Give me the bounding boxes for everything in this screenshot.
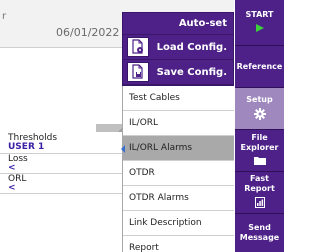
fast-report-label-2: Report bbox=[244, 184, 275, 193]
setup-menu: Auto-set Load Config. Save Config. Test … bbox=[121, 12, 234, 252]
table-row[interactable]: Thresholds USER 1 bbox=[0, 132, 126, 154]
menu-item-il-orl-alarms[interactable]: IL/ORL Alarms bbox=[121, 136, 234, 161]
menu-item-label: Load Config. bbox=[156, 41, 227, 53]
menu-item-label: Save Config. bbox=[156, 66, 227, 78]
send-message-label-2: Message bbox=[239, 233, 280, 242]
menu-item-label: Test Cables bbox=[129, 93, 180, 103]
menu-item-link-description[interactable]: Link Description bbox=[123, 211, 234, 236]
menu-item-otdr[interactable]: OTDR bbox=[123, 161, 234, 186]
row-value: < bbox=[8, 183, 16, 193]
file-explorer-label-2: Explorer bbox=[240, 143, 279, 152]
menu-item-label: IL/ORL bbox=[129, 118, 159, 128]
row-value: USER 1 bbox=[8, 142, 45, 152]
menu-item-label: IL/ORL Alarms bbox=[129, 143, 193, 153]
auto-set-item[interactable]: Auto-set bbox=[123, 13, 233, 35]
row-label: Loss bbox=[8, 154, 28, 164]
send-message-label-1: Send bbox=[248, 223, 271, 232]
table-row[interactable]: ORL < bbox=[0, 174, 126, 194]
menu-item-test-cables[interactable]: Test Cables bbox=[123, 86, 234, 111]
setup-label: Setup bbox=[246, 94, 273, 104]
load-config-item[interactable]: Load Config. bbox=[123, 35, 233, 60]
date-label: 06/01/2022 1 bbox=[56, 26, 130, 39]
row-value: < bbox=[8, 163, 16, 173]
send-message-button[interactable]: Send Message bbox=[235, 214, 284, 252]
gear-icon bbox=[253, 107, 266, 123]
reference-label: Reference bbox=[236, 61, 283, 71]
thresholds-table: Thresholds USER 1 Loss < ORL < bbox=[0, 132, 126, 194]
menu-item-otdr-alarms[interactable]: OTDR Alarms bbox=[123, 186, 234, 211]
file-explorer-button[interactable]: File Explorer bbox=[235, 130, 284, 172]
menu-options: Test Cables IL/ORL IL/ORL Alarms OTDR OT… bbox=[121, 86, 234, 252]
folder-icon bbox=[253, 156, 266, 168]
start-button[interactable]: START bbox=[235, 0, 284, 46]
fast-report-label-1: Fast bbox=[250, 174, 269, 183]
file-explorer-label-1: File bbox=[251, 133, 268, 142]
menu-item-il-orl[interactable]: IL/ORL bbox=[123, 111, 234, 136]
menu-item-label: OTDR bbox=[129, 168, 155, 178]
play-icon bbox=[255, 23, 265, 36]
menu-item-report[interactable]: Report bbox=[123, 236, 234, 252]
menu-item-label: Auto-set bbox=[178, 18, 227, 29]
load-config-icon bbox=[127, 37, 149, 57]
setup-button[interactable]: Setup bbox=[235, 88, 284, 130]
table-row[interactable]: Loss < bbox=[0, 154, 126, 174]
report-icon bbox=[254, 197, 265, 211]
menu-item-label: Link Description bbox=[129, 218, 202, 228]
save-config-icon bbox=[127, 62, 149, 82]
start-label: START bbox=[245, 9, 274, 19]
menu-item-label: OTDR Alarms bbox=[129, 193, 189, 203]
fast-report-button[interactable]: Fast Report bbox=[235, 172, 284, 214]
row-label: ORL bbox=[8, 174, 27, 184]
header-fragment: r bbox=[2, 11, 7, 22]
menu-item-label: Report bbox=[129, 243, 159, 252]
reference-button[interactable]: Reference bbox=[235, 46, 284, 88]
menu-actions: Auto-set Load Config. Save Config. bbox=[122, 12, 234, 86]
save-config-item[interactable]: Save Config. bbox=[123, 60, 233, 85]
sidebar: START Reference Setup File Explorer Fast… bbox=[235, 0, 284, 252]
